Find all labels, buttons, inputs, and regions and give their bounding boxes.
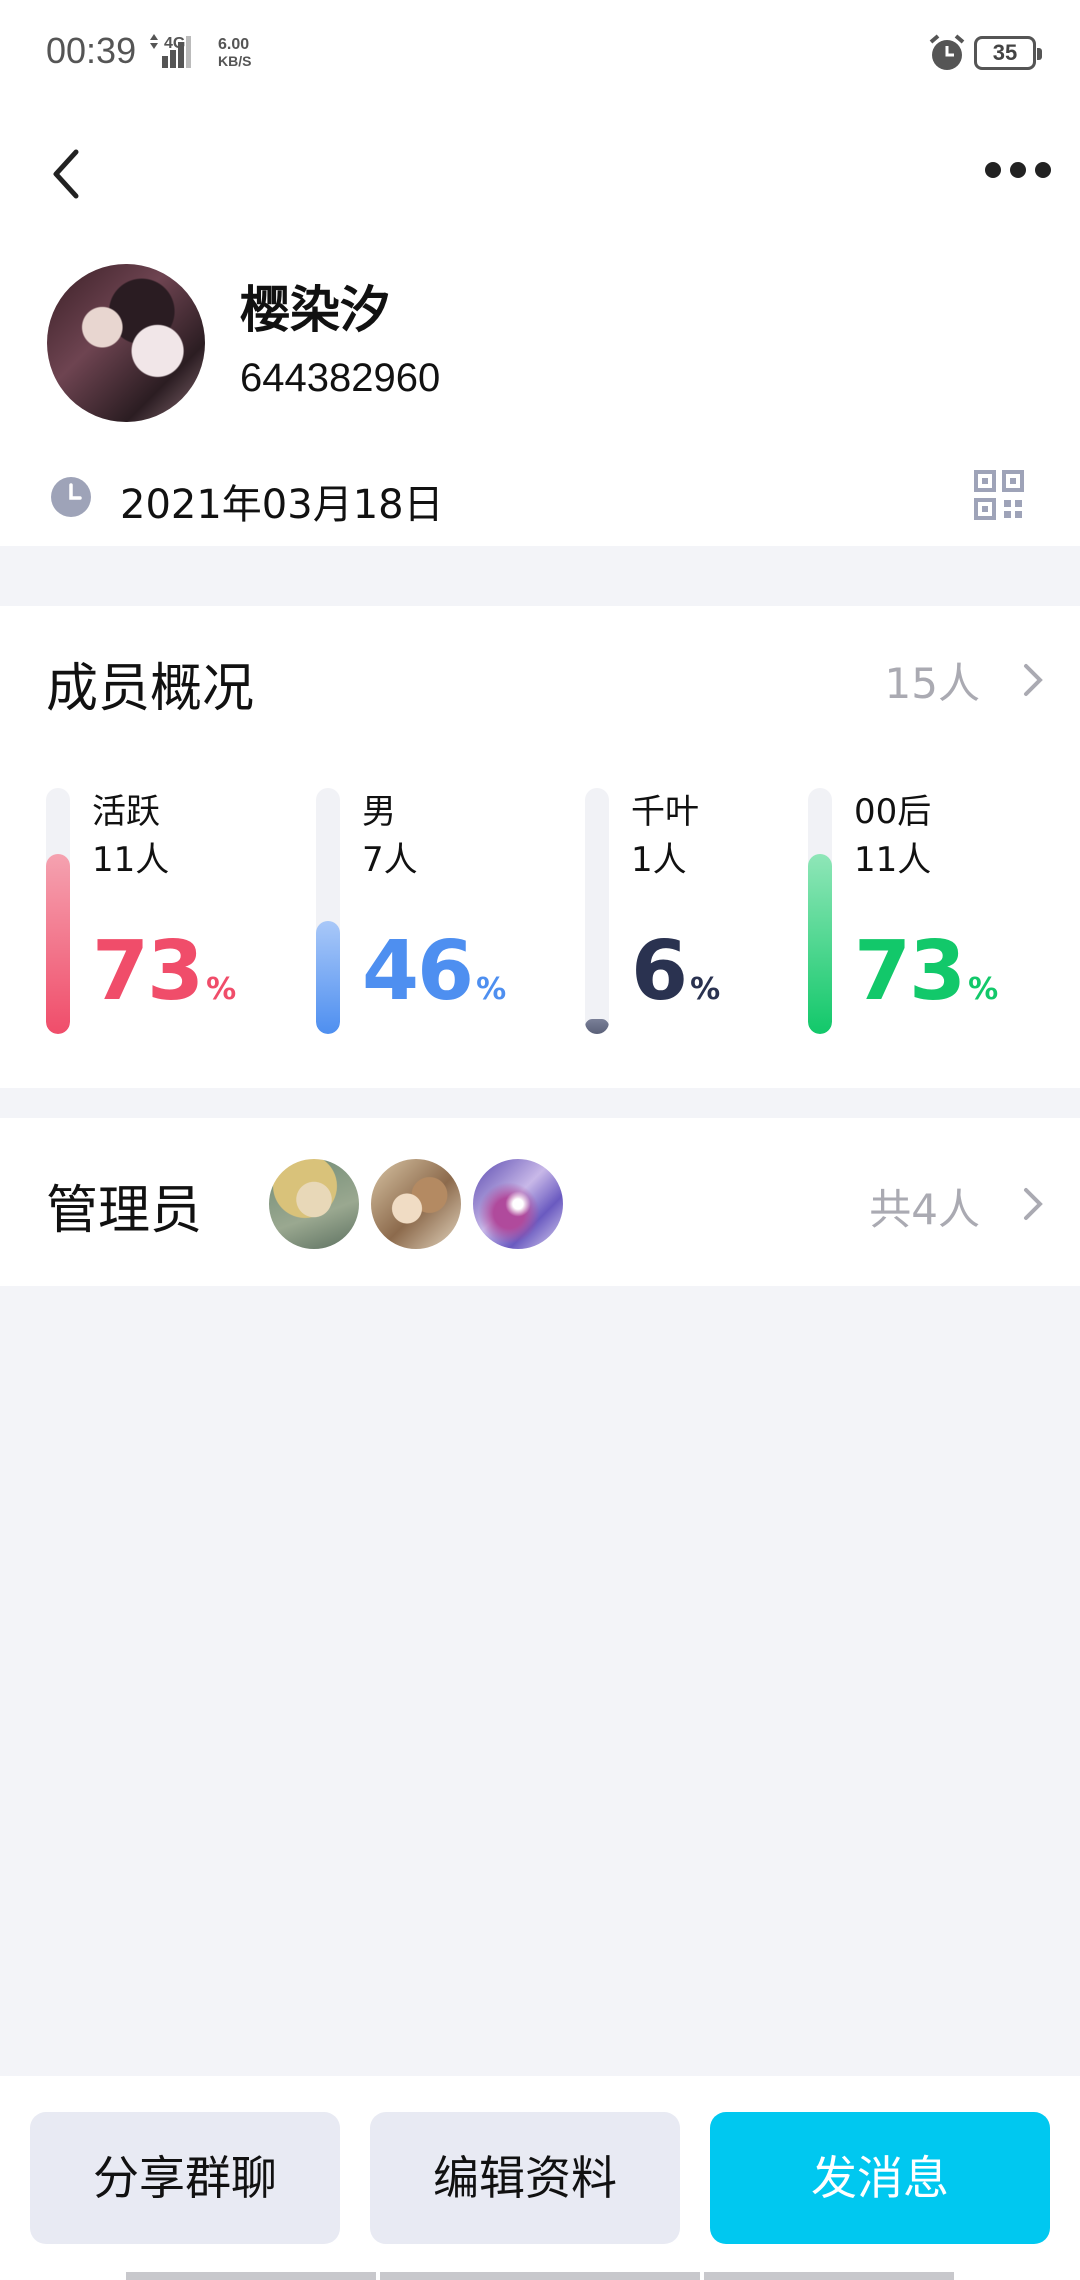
stat-bar-track	[585, 788, 609, 1034]
stat-bar-track	[808, 788, 832, 1034]
stat-label: 00后	[854, 792, 932, 832]
stat-bar-fill	[808, 854, 832, 1034]
percent-sign: %	[206, 972, 236, 1007]
creation-date-row: 2021年03月18日	[0, 460, 1080, 540]
stat-bar-fill	[316, 921, 340, 1034]
admin-avatar[interactable]	[470, 1156, 566, 1252]
clock-icon	[51, 477, 91, 517]
back-button[interactable]	[40, 130, 100, 210]
stat-count: 11人	[854, 840, 932, 880]
network-speed: 6.00 KB/S	[218, 36, 251, 70]
edit-profile-button[interactable]: 编辑资料	[370, 2112, 680, 2244]
send-message-button[interactable]: 发消息	[710, 2112, 1050, 2244]
chevron-right-icon	[1024, 1188, 1043, 1220]
stat-count: 7人	[362, 840, 418, 880]
share-group-button[interactable]: 分享群聊	[30, 2112, 340, 2244]
admins-title: 管理员	[46, 1181, 203, 1241]
speed-value: 6.00	[218, 36, 250, 53]
status-bar: 00:39 4G 6.00 KB/S 35	[0, 0, 1080, 110]
action-bar: 分享群聊 编辑资料 发消息	[0, 2076, 1080, 2280]
home-indicator	[704, 2272, 954, 2280]
stat-region: 千叶 1人 6%	[585, 784, 825, 1034]
stat-percent-value: 73	[92, 924, 204, 1019]
stat-percent-value: 46	[362, 924, 474, 1019]
stat-count: 11人	[92, 840, 170, 880]
admin-avatar[interactable]	[368, 1156, 464, 1252]
stat-percent-value: 6	[631, 924, 688, 1019]
stat-bar-fill	[46, 854, 70, 1034]
percent-sign: %	[690, 972, 720, 1007]
stat-bar-track	[316, 788, 340, 1034]
stat-post-00: 00后 11人 73%	[808, 784, 1048, 1034]
percent-sign: %	[476, 972, 506, 1007]
percent-sign: %	[968, 972, 998, 1007]
member-overview-title: 成员概况	[46, 659, 255, 719]
stat-percent: 46%	[362, 924, 506, 1019]
creation-date: 2021年03月18日	[120, 482, 444, 528]
stat-count: 1人	[631, 840, 687, 880]
stat-label: 活跃	[92, 792, 160, 832]
alarm-icon	[929, 34, 965, 70]
group-name: 樱染汐	[240, 281, 390, 339]
qr-code-icon[interactable]	[974, 470, 1024, 520]
stat-percent: 6%	[631, 924, 720, 1019]
speed-unit: KB/S	[218, 53, 252, 69]
member-overview-section[interactable]: 成员概况 15人 活跃 11人 73% 男 7人 46% 千叶 1人 6% 00…	[0, 606, 1080, 1088]
signal-icon	[150, 34, 191, 68]
stat-bar-fill	[585, 1019, 609, 1034]
stat-male: 男 7人 46%	[316, 784, 556, 1034]
stat-active: 活跃 11人 73%	[46, 784, 286, 1034]
admins-section[interactable]: 管理员 共4人	[0, 1118, 1080, 1286]
battery-icon: 35	[974, 36, 1042, 70]
group-id: 644382960	[240, 356, 441, 400]
stat-percent: 73%	[854, 924, 998, 1019]
stat-bar-track	[46, 788, 70, 1034]
stat-percent-value: 73	[854, 924, 966, 1019]
stat-label: 千叶	[631, 792, 699, 832]
stat-percent: 73%	[92, 924, 236, 1019]
status-time: 00:39	[46, 30, 137, 71]
home-indicator	[126, 2272, 376, 2280]
group-avatar[interactable]	[47, 264, 205, 422]
home-indicator	[380, 2272, 700, 2280]
admins-total-count: 共4人	[869, 1185, 980, 1234]
stat-label: 男	[362, 792, 396, 832]
admin-avatar[interactable]	[266, 1156, 362, 1252]
chevron-right-icon	[1024, 664, 1043, 696]
group-header: 樱染汐 644382960 2021年03月18日	[0, 110, 1080, 546]
member-total-count: 15人	[884, 659, 980, 708]
more-options-button[interactable]	[978, 150, 1058, 190]
